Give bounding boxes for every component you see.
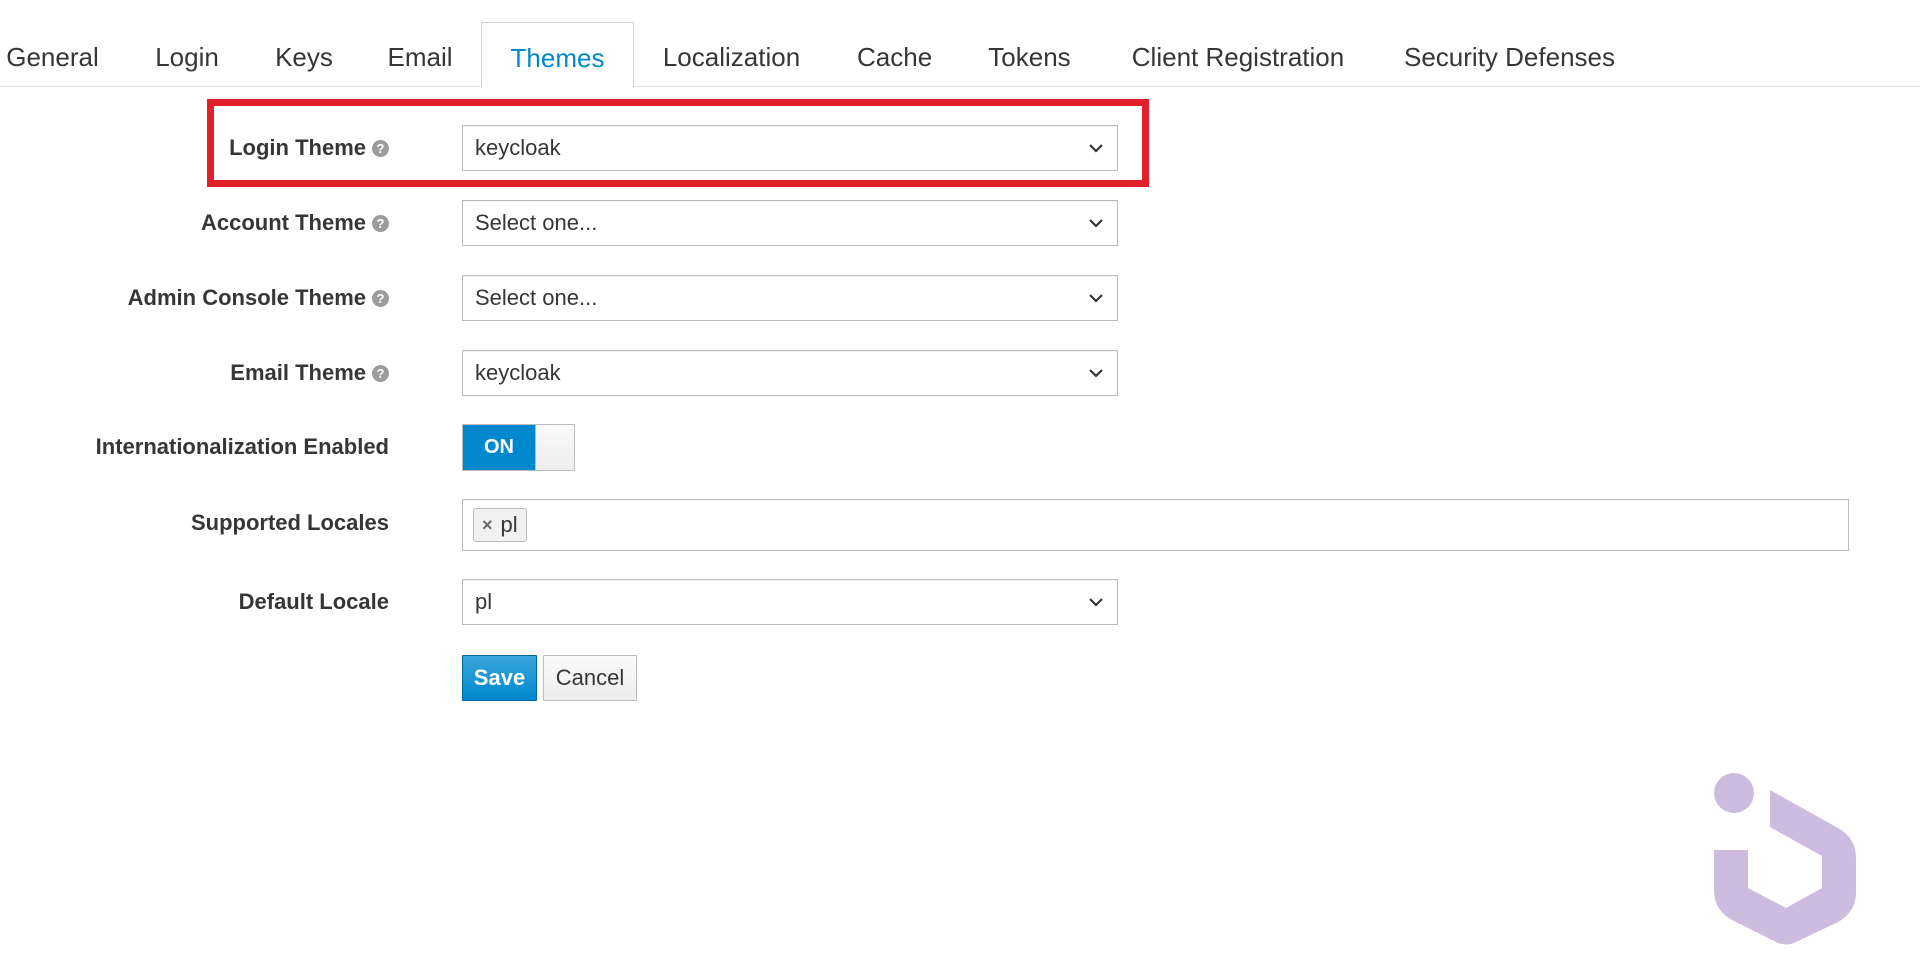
tab-bar: General Login Keys Email Themes Localiza… (0, 0, 1920, 88)
email-theme-label-text: Email Theme (230, 360, 366, 385)
email-theme-value: keycloak (475, 360, 561, 385)
tab-email[interactable]: Email (386, 22, 454, 87)
toggle-on-state: ON (463, 425, 535, 470)
toggle-knob[interactable] (535, 425, 574, 470)
internationalization-toggle[interactable]: ON (462, 424, 575, 471)
tab-cache[interactable]: Cache (857, 22, 932, 87)
tab-client-registration[interactable]: Client Registration (1128, 22, 1348, 87)
tab-login[interactable]: Login (152, 22, 222, 87)
email-theme-select[interactable]: keycloak (462, 350, 1118, 396)
default-locale-value: pl (475, 589, 493, 614)
admin-console-theme-select[interactable]: Select one... (462, 275, 1118, 321)
tab-localization[interactable]: Localization (660, 22, 803, 87)
admin-console-theme-value: Select one... (475, 285, 598, 310)
locale-chip-label: pl (500, 512, 518, 537)
default-locale-label-text: Default Locale (238, 589, 389, 614)
supported-locales-input[interactable]: × pl (462, 499, 1849, 551)
supported-locales-label-text: Supported Locales (190, 510, 389, 535)
locale-chip: × pl (473, 508, 527, 542)
times-icon[interactable]: × (482, 515, 493, 536)
email-theme-label: Email Theme ? (230, 350, 389, 396)
tab-general[interactable]: General (5, 22, 100, 87)
brand-logo-icon (1714, 773, 1856, 945)
question-circle-icon[interactable]: ? (372, 214, 389, 232)
tab-keys[interactable]: Keys (275, 22, 333, 87)
login-theme-label-text: Login Theme (229, 135, 366, 160)
supported-locales-label: Supported Locales (191, 500, 389, 546)
cancel-button[interactable]: Cancel (543, 655, 637, 701)
chevron-down-icon (1089, 219, 1103, 228)
chevron-down-icon (1089, 294, 1103, 303)
internationalization-label: Internationalization Enabled (96, 424, 389, 470)
question-circle-icon[interactable]: ? (372, 364, 389, 382)
question-circle-icon[interactable]: ? (372, 139, 389, 157)
default-locale-select[interactable]: pl (462, 579, 1118, 625)
login-theme-select[interactable]: keycloak (462, 125, 1118, 171)
chevron-down-icon (1089, 144, 1103, 153)
tab-themes[interactable]: Themes (481, 22, 634, 88)
account-theme-label-text: Account Theme (200, 210, 366, 235)
tab-tokens[interactable]: Tokens (986, 22, 1073, 87)
account-theme-label: Account Theme ? (201, 200, 389, 246)
login-theme-value: keycloak (475, 135, 561, 160)
tab-security-defenses[interactable]: Security Defenses (1401, 22, 1618, 87)
question-circle-icon[interactable]: ? (372, 289, 389, 307)
internationalization-label-text: Internationalization Enabled (95, 434, 389, 459)
login-theme-label: Login Theme ? (229, 125, 389, 171)
admin-console-theme-label: Admin Console Theme ? (128, 275, 389, 321)
default-locale-label: Default Locale (239, 579, 389, 625)
chevron-down-icon (1089, 598, 1103, 607)
admin-console-theme-label-text: Admin Console Theme (127, 285, 366, 310)
account-theme-select[interactable]: Select one... (462, 200, 1118, 246)
account-theme-value: Select one... (475, 210, 598, 235)
chevron-down-icon (1089, 369, 1103, 378)
save-button[interactable]: Save (462, 655, 537, 701)
